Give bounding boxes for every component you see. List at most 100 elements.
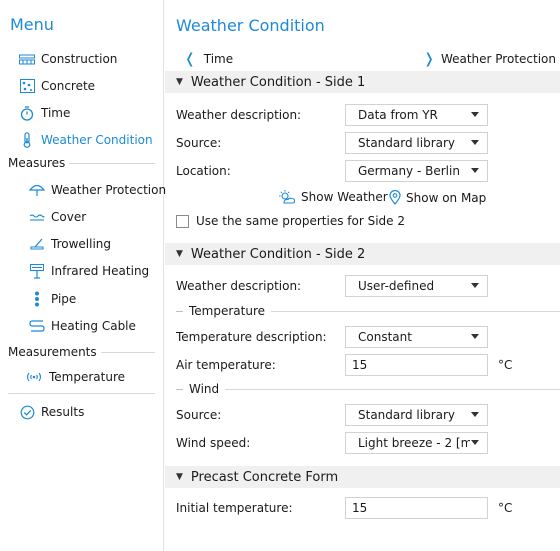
sun-cloud-icon (278, 190, 296, 204)
wind-source-select[interactable]: Standard library (345, 404, 488, 426)
dropdown-caret-icon (471, 140, 479, 145)
collapse-triangle-icon: ▼ (176, 472, 183, 482)
select-value: Data from YR (358, 108, 438, 122)
show-on-map-label: Show on Map (406, 190, 487, 205)
group-divider (271, 310, 560, 312)
sidebar-item-heating-cable[interactable]: Heating Cable (28, 315, 136, 337)
show-weather-button[interactable]: Show Weather (278, 190, 388, 204)
show-weather-label: Show Weather (301, 190, 388, 204)
sidebar-item-temperature[interactable]: Temperature (24, 366, 125, 388)
temperature-group-label: Temperature (189, 304, 266, 318)
select-value: User-defined (358, 279, 435, 293)
collapse-triangle-icon: ▼ (176, 249, 183, 259)
section-title: Precast Concrete Form (190, 469, 339, 485)
select-value: Light breeze - 2 [m (358, 436, 470, 450)
back-button[interactable]: ❬ Time (184, 51, 233, 67)
source-label: Source: (176, 136, 222, 150)
temperature-group-header: Temperature (176, 303, 560, 319)
sidebar-item-label: Temperature (49, 370, 126, 384)
air-temperature-label: Air temperature: (176, 358, 276, 372)
section-side2-header[interactable]: ▼ Weather Condition - Side 2 (165, 243, 560, 265)
select-value: Germany - Berlin (358, 164, 460, 178)
construction-icon (18, 51, 36, 67)
sensor-signal-icon (24, 369, 44, 385)
chevron-right-icon: ❭ (423, 51, 435, 67)
section-title: Weather Condition - Side 2 (190, 246, 366, 262)
location-label: Location: (176, 164, 231, 178)
dropdown-caret-icon (471, 168, 479, 173)
same-properties-label: Use the same properties for Side 2 (196, 214, 405, 228)
chevron-left-icon: ❬ (184, 51, 196, 67)
map-pin-icon (389, 190, 401, 205)
section-title: Weather Condition - Side 1 (190, 74, 366, 90)
sidebar-item-label: Weather Protection (51, 183, 167, 197)
same-properties-checkbox[interactable] (176, 214, 189, 228)
sidebar-item-label: Results (41, 405, 85, 419)
initial-temperature-unit: °C (498, 501, 513, 515)
air-temperature-unit: °C (498, 358, 513, 372)
source-select[interactable]: Standard library (345, 132, 488, 154)
measures-group-label: Measures (8, 156, 66, 170)
sidebar-item-label: Infrared Heating (51, 264, 150, 278)
wind-speed-label: Wind speed: (176, 436, 251, 450)
sidebar-item-weather-condition[interactable]: Weather Condition (18, 129, 153, 151)
sidebar-item-trowelling[interactable]: Trowelling (28, 233, 111, 255)
temperature-description-select[interactable]: Constant (345, 326, 488, 348)
wind-group-label: Wind (189, 382, 220, 396)
sidebar-item-concrete[interactable]: Concrete (18, 75, 95, 97)
umbrella-icon (28, 182, 46, 198)
temperature-description-label: Temperature description: (176, 330, 327, 344)
infrared-heater-icon (28, 263, 46, 279)
main-panel: Weather Condition ❬ Time ❭ Weather Prote… (165, 0, 560, 551)
sidebar-item-label: Construction (41, 52, 118, 66)
next-label: Weather Protection (440, 52, 556, 66)
sidebar-item-cover[interactable]: Cover (28, 206, 86, 228)
section-side1-header[interactable]: ▼ Weather Condition - Side 1 (165, 71, 560, 93)
collapse-triangle-icon: ▼ (176, 77, 183, 87)
wind-group-header: Wind (176, 381, 560, 397)
initial-temperature-input[interactable]: 15 (345, 497, 488, 519)
thermometer-icon (18, 132, 36, 148)
section-precast-header[interactable]: ▼ Precast Concrete Form (165, 466, 560, 488)
location-select[interactable]: Germany - Berlin (345, 160, 488, 182)
sidebar-item-label: Time (41, 106, 71, 120)
sidebar-item-label: Weather Condition (41, 133, 153, 147)
sidebar-item-weather-protection[interactable]: Weather Protection (28, 179, 166, 201)
sidebar-item-infrared-heating[interactable]: Infrared Heating (28, 260, 149, 282)
dropdown-caret-icon (471, 283, 479, 288)
concrete-icon (18, 78, 36, 94)
wind-source-label: Source: (176, 408, 222, 422)
air-temperature-input[interactable]: 15 (345, 354, 488, 376)
wind-speed-select[interactable]: Light breeze - 2 [m (345, 432, 488, 454)
stopwatch-icon (18, 105, 36, 121)
weather-description-label: Weather description: (176, 108, 302, 122)
select-value: Standard library (358, 408, 456, 422)
sidebar-item-label: Pipe (51, 292, 77, 306)
sidebar-item-label: Cover (51, 210, 87, 224)
show-on-map-button[interactable]: Show on Map (389, 190, 486, 205)
dropdown-caret-icon (471, 440, 479, 445)
pipe-icon (28, 291, 46, 307)
sidebar-item-results[interactable]: Results (18, 401, 84, 423)
sidebar-item-label: Concrete (41, 79, 96, 93)
group-divider (225, 388, 560, 390)
weather-description-select[interactable]: Data from YR (345, 104, 488, 126)
initial-temperature-label: Initial temperature: (176, 501, 293, 515)
dropdown-caret-icon (471, 412, 479, 417)
sidebar-item-time[interactable]: Time (18, 102, 70, 124)
same-properties-checkbox-row[interactable]: Use the same properties for Side 2 (176, 214, 405, 228)
sidebar-divider (8, 393, 155, 394)
measurements-group-header: Measurements (8, 344, 155, 360)
group-divider (176, 388, 183, 390)
group-divider (69, 162, 155, 164)
next-button[interactable]: ❭ Weather Protection (423, 51, 556, 67)
dropdown-caret-icon (471, 112, 479, 117)
dropdown-caret-icon (471, 334, 479, 339)
sidebar-item-pipe[interactable]: Pipe (28, 288, 76, 310)
sidebar-menu: Menu Construction Concrete Time Weather … (0, 0, 166, 551)
menu-title: Menu (10, 15, 54, 34)
heating-cable-icon (28, 318, 46, 334)
cover-icon (28, 209, 46, 225)
weather-description-select[interactable]: User-defined (345, 275, 488, 297)
sidebar-item-construction[interactable]: Construction (18, 48, 117, 70)
